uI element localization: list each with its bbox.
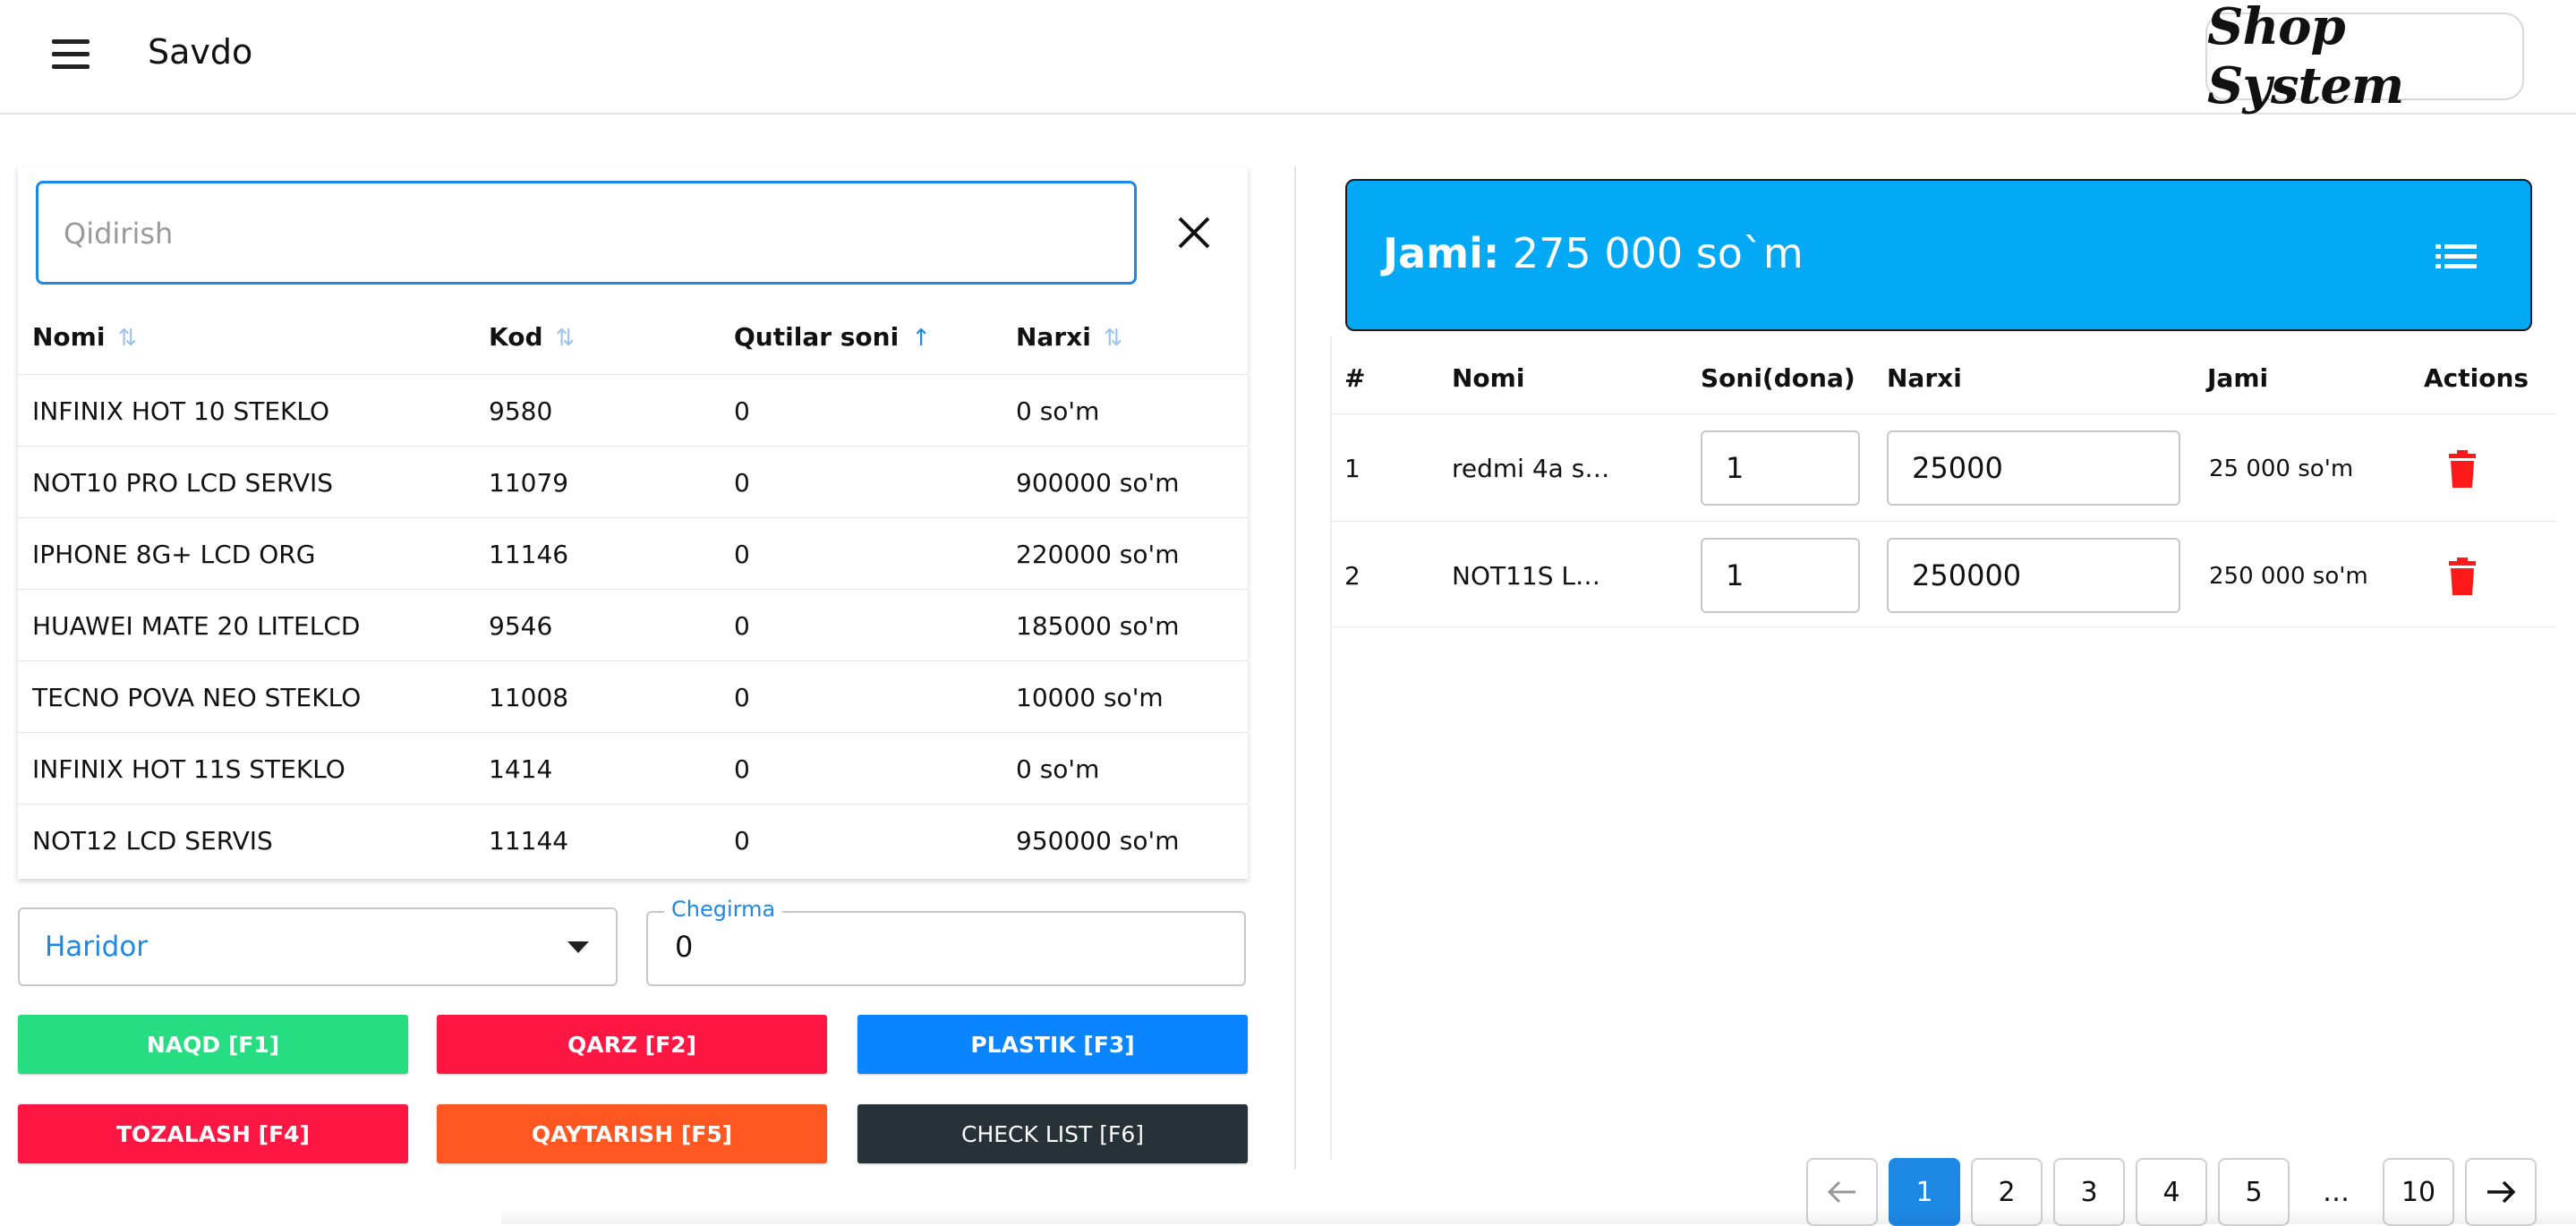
discount-field[interactable] xyxy=(646,911,1246,986)
cart-header-name: Nomi xyxy=(1452,363,1525,393)
sort-ascending-icon: ↑ xyxy=(911,325,931,352)
sort-icon: ⇅ xyxy=(1103,325,1123,352)
cart-header-qty: Soni(dona) xyxy=(1701,363,1855,393)
hamburger-menu-icon[interactable] xyxy=(52,39,93,72)
cart-item-total: 250 000 so'm xyxy=(2209,563,2368,590)
search-field[interactable] xyxy=(36,181,1137,285)
cart-header-price: Narxi xyxy=(1887,363,1962,393)
cart-header-total: Jami xyxy=(2207,363,2269,393)
shop-system-logo: Shop System xyxy=(2205,0,2524,115)
price-input[interactable] xyxy=(1887,430,2180,506)
table-row[interactable]: TECNO POVA NEO STEKLO 11008 0 10000 so'm xyxy=(18,660,1248,733)
table-row[interactable]: NOT10 PRO LCD SERVIS 11079 0 900000 so'm xyxy=(18,446,1248,518)
total-amount: Jami: 275 000 so`m xyxy=(1383,229,1804,277)
clear-button[interactable]: TOZALASH [F4] xyxy=(18,1104,408,1163)
column-header-name[interactable]: Nomi ⇅ xyxy=(32,322,137,352)
table-row[interactable]: INFINIX HOT 10 STEKLO 9580 0 0 so'm xyxy=(18,374,1248,447)
chevron-down-icon xyxy=(567,941,589,953)
cart-row: 1 redmi 4a s… 25 000 so'm xyxy=(1330,413,2556,520)
cart-row-separator xyxy=(1330,626,2556,628)
discount-input[interactable] xyxy=(673,929,1214,965)
price-input[interactable] xyxy=(1887,538,2180,613)
customer-select-value: Haridor xyxy=(45,931,149,963)
return-button[interactable]: QAYTARISH [F5] xyxy=(437,1104,827,1163)
top-app-bar: Savdo Shop System xyxy=(0,0,2576,115)
page-title: Savdo xyxy=(148,32,253,72)
column-header-price[interactable]: Narxi ⇅ xyxy=(1016,322,1123,352)
column-header-code[interactable]: Kod ⇅ xyxy=(489,322,575,352)
sort-icon: ⇅ xyxy=(555,325,576,352)
arrow-left-icon xyxy=(1827,1180,1855,1204)
delete-icon[interactable] xyxy=(2447,558,2478,595)
list-icon[interactable] xyxy=(2435,243,2477,270)
quantity-input[interactable] xyxy=(1701,538,1860,613)
bottom-shadow xyxy=(501,1208,2576,1224)
column-header-boxes[interactable]: Qutilar soni ↑ xyxy=(734,322,931,352)
cart-row: 2 NOT11S L… 250 000 so'm xyxy=(1330,521,2556,627)
search-input[interactable] xyxy=(62,183,1113,284)
close-icon[interactable] xyxy=(1174,213,1214,252)
cart-header-actions: Actions xyxy=(2424,363,2529,393)
arrow-right-icon xyxy=(2487,1180,2516,1204)
discount-label: Chegirma xyxy=(664,897,783,922)
table-row[interactable]: IPHONE 8G+ LCD ORG 11146 0 220000 so'm xyxy=(18,517,1248,590)
total-card: Jami: 275 000 so`m xyxy=(1345,179,2532,331)
delete-icon[interactable] xyxy=(2447,450,2478,488)
cart-header-index: # xyxy=(1344,363,1366,393)
cart-item-name: redmi 4a s… xyxy=(1452,454,1610,483)
table-row[interactable]: INFINIX HOT 11S STEKLO 1414 0 0 so'm xyxy=(18,732,1248,805)
panel-divider xyxy=(1294,166,1296,1169)
sort-icon: ⇅ xyxy=(117,325,138,352)
table-row[interactable]: NOT12 LCD SERVIS 11144 0 950000 so'm xyxy=(18,804,1248,876)
quantity-input[interactable] xyxy=(1701,430,1860,506)
card-button[interactable]: PLASTIK [F3] xyxy=(857,1015,1248,1074)
table-row[interactable]: HUAWEI MATE 20 LITELCD 9546 0 185000 so'… xyxy=(18,589,1248,661)
debt-button[interactable]: QARZ [F2] xyxy=(437,1015,827,1074)
cash-button[interactable]: NAQD [F1] xyxy=(18,1015,408,1074)
cart-item-name: NOT11S L… xyxy=(1452,561,1600,591)
check-list-button[interactable]: CHECK LIST [F6] xyxy=(857,1104,1248,1163)
cart-item-total: 25 000 so'm xyxy=(2209,455,2354,482)
customer-select[interactable]: Haridor xyxy=(18,907,618,986)
